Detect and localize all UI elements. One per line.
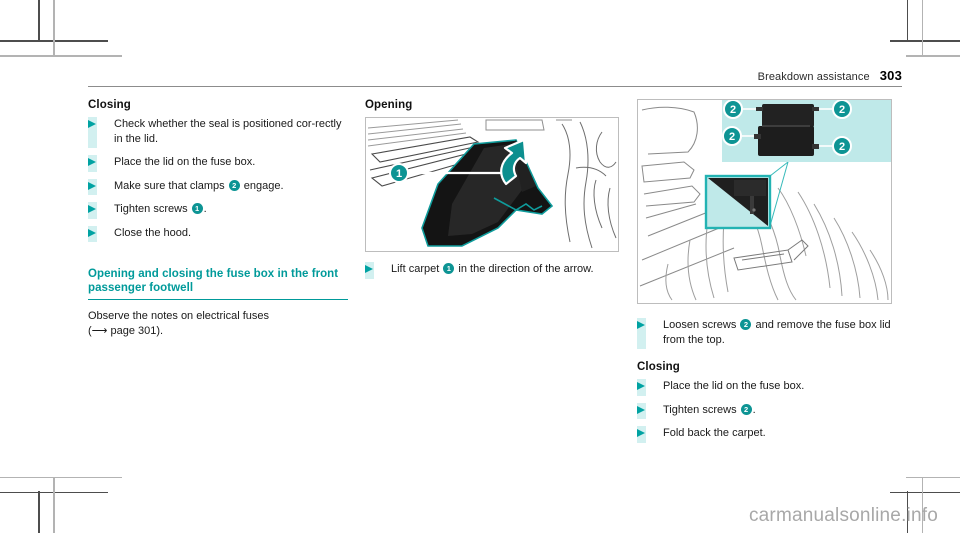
svg-text:2: 2 [729, 131, 735, 143]
step-place-lid: Place the lid on the fuse box. [88, 155, 348, 172]
step-check-seal: Check whether the seal is positioned cor… [88, 117, 348, 148]
step-text-post: . [203, 203, 207, 215]
closing-heading-right: Closing [637, 361, 680, 373]
column-left: Closing Check whether the seal is positi… [88, 99, 348, 339]
svg-text:2: 2 [839, 104, 845, 116]
step-text-post: . [752, 403, 756, 416]
step-tighten-screws: Tighten screws 1. [88, 202, 348, 219]
fusebox-lid-drawing: 2 2 2 2 [639, 100, 891, 301]
page-header-title: Breakdown assistance [757, 71, 870, 83]
opening-heading: Opening [365, 99, 413, 111]
note-paragraph: Observe the notes on electrical fuses (⟶… [88, 309, 348, 339]
step-text-pre: Lift carpet [391, 263, 443, 275]
closing-heading-left: Closing [88, 99, 131, 111]
note-line-2: (⟶ page 301). [88, 325, 164, 337]
bullet-triangle-icon [88, 205, 96, 213]
step-text-pre: Tighten screws [114, 203, 191, 215]
step-lift-carpet: Lift carpet 1 in the direction of the ar… [365, 262, 625, 279]
svg-text:1: 1 [396, 168, 402, 180]
step-text-pre: Tighten screws [663, 403, 740, 416]
page-body: Closing Check whether the seal is positi… [88, 99, 902, 459]
svg-text:2: 2 [730, 104, 736, 116]
bullet-triangle-icon [637, 382, 645, 390]
inset-callout-2-middle-left: 2 [722, 126, 742, 146]
callout-badge-1: 1 [443, 263, 455, 274]
figure-footwell-carpet: 1 [365, 117, 619, 252]
step-fold-back-carpet: Fold back the carpet. [637, 426, 902, 443]
bullet-triangle-icon [88, 181, 96, 190]
inset-callout-2-bottom-right: 2 [832, 136, 852, 156]
bullet-triangle-icon [637, 429, 645, 437]
fusebox-inset-panel: 2 2 2 2 [722, 100, 891, 162]
step-text-pre: Fold back the carpet. [663, 427, 766, 439]
step-text-post: in the direction of the arrow. [455, 263, 594, 275]
inset-callout-2-top-left: 2 [723, 100, 743, 119]
step-text-pre: Check whether the seal is positioned cor… [114, 118, 342, 145]
step-text-post: engage. [240, 179, 284, 192]
step-text-pre: Place the lid on the fuse box. [114, 156, 256, 168]
step-text-pre: Close the hood. [114, 226, 192, 239]
step-tighten-screws-right: Tighten screws 2. [637, 402, 902, 419]
step-close-hood: Close the hood. [88, 225, 348, 242]
callout-badge-2: 2 [740, 319, 752, 330]
step-text-pre: Place the lid on the fuse box. [663, 380, 805, 392]
inset-callout-2-top-right: 2 [832, 100, 852, 119]
footwell-carpet-drawing: 1 [367, 119, 617, 249]
bullet-triangle-icon [637, 405, 645, 414]
page-number: 303 [879, 68, 902, 83]
bullet-triangle-icon [637, 321, 645, 329]
bullet-triangle-icon [365, 265, 373, 273]
bullet-triangle-icon [88, 228, 96, 237]
column-middle: Opening 1 Lift carpet 1 in the direction… [365, 99, 625, 286]
section-heading-footwell-fusebox: Opening and closing the fuse box in the … [88, 267, 348, 300]
step-loosen-screws: Loosen screws 2 and remove the fuse box … [637, 318, 902, 349]
callout-badge-1: 1 [191, 203, 203, 214]
step-place-lid-right: Place the lid on the fuse box. [637, 379, 902, 396]
figure-caption-middle: Lift carpet 1 in the direction of the ar… [365, 262, 625, 279]
detail-region-frame [704, 174, 772, 230]
callout-badge-2: 2 [740, 403, 752, 415]
bullet-triangle-icon [88, 120, 96, 128]
bullet-triangle-icon [88, 158, 96, 166]
step-text-pre: Loosen screws [663, 319, 740, 331]
step-text-pre: Make sure that clamps [114, 179, 228, 192]
note-line-1: Observe the notes on electrical fuses [88, 310, 269, 322]
site-watermark: carmanualsonline.info [748, 505, 938, 526]
callout-badge-2: 2 [228, 179, 240, 191]
step-clamps-engage: Make sure that clamps 2 engage. [88, 178, 348, 195]
figure-fusebox-lid-screws: 2 2 2 2 [637, 99, 892, 304]
page-header: Breakdown assistance 303 [88, 68, 902, 87]
column-right: 2 2 2 2 Loosen screws 2 and remove the f… [637, 99, 902, 450]
figure-callout-1: 1 [389, 163, 409, 183]
svg-text:2: 2 [839, 141, 845, 153]
